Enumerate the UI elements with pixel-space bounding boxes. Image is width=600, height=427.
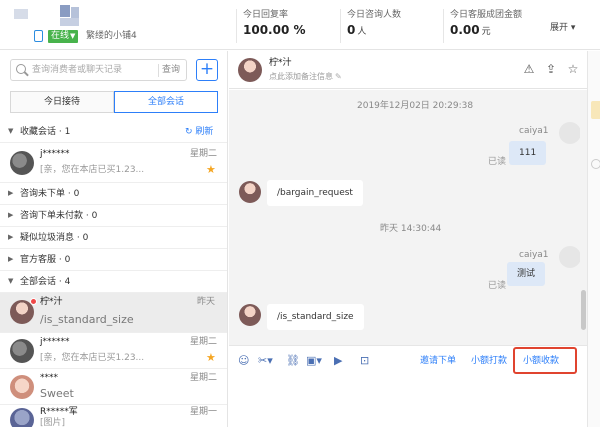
chat-header: 柠*汁 点此添加备注信息 ✎ ⚠ ⇪ ☆ [229, 51, 587, 89]
edit-icon: ✎ [335, 72, 342, 81]
video-icon[interactable]: ▶ [334, 354, 342, 368]
expand-button[interactable]: 展开 ▾ [550, 20, 575, 33]
share-icon[interactable]: ⇪ [544, 62, 558, 76]
list-item[interactable]: 柠*汁 昨天 /is_standard_size [0, 293, 227, 333]
side-icon[interactable] [591, 159, 600, 169]
chat-scrollbar[interactable] [580, 90, 587, 345]
message-input[interactable] [229, 375, 587, 427]
refresh-button[interactable]: ↻ 刷新 [185, 126, 213, 138]
tab-today[interactable]: 今日接待 [10, 91, 114, 113]
group-official[interactable]: ▶ 官方客服 · 0 [0, 249, 227, 271]
add-button[interactable]: + [196, 59, 218, 81]
list-item[interactable]: R*****军 星期一 [图片] [0, 405, 227, 427]
group-not-ordered[interactable]: ▶ 咨询未下单 · 0 [0, 183, 227, 205]
invite-order-button[interactable]: 邀请下单 [420, 355, 456, 367]
online-status-dropdown[interactable]: 在线▼ [48, 30, 79, 43]
star-icon[interactable]: ★ [206, 352, 216, 364]
star-outline-icon[interactable]: ☆ [566, 62, 580, 76]
link-icon[interactable]: ⛓ [286, 354, 300, 368]
timestamp: 2019年12月02日 20:29:38 [357, 101, 474, 111]
group-favorites[interactable]: ▼ 收藏会话 · 1 ↻ 刷新 [0, 121, 227, 143]
chevron-right-icon: ▶ [8, 189, 14, 197]
avatar [10, 339, 34, 363]
chevron-down-icon: ▼ [8, 277, 14, 285]
chevron-down-icon: ▼ [8, 127, 14, 135]
smile-icon[interactable]: ☺ [238, 354, 249, 368]
top-header: 在线▼ 繁缕的小铺4 今日回复率 100.00 % 今日咨询人数 0人 今日客服… [0, 0, 600, 50]
contact-avatar [238, 58, 262, 82]
message-sender: caiya1 [519, 250, 549, 260]
message-sender: caiya1 [519, 126, 549, 136]
list-item[interactable]: **** 星期二 Sweet [0, 369, 227, 405]
image-icon[interactable]: ▣▾ [306, 354, 322, 368]
group-all[interactable]: ▼ 全部会话 · 4 [0, 271, 227, 293]
read-status: 已读 [488, 157, 507, 167]
chevron-right-icon: ▶ [8, 255, 14, 263]
warning-icon[interactable]: ⚠ [522, 62, 536, 76]
list-item[interactable]: j****** 星期二 [亲，您在本店已买1.23... ★ [0, 333, 227, 369]
avatar [239, 304, 261, 326]
side-tab[interactable] [591, 101, 600, 119]
avatar [559, 246, 581, 268]
input-toolbar: ☺ ✂▾ ⛓ ▣▾ ▶ ⊡ 邀请下单 小额打款 小额收款 [229, 345, 587, 375]
app: 在线▼ 繁缕的小铺4 今日回复率 100.00 % 今日咨询人数 0人 今日客服… [0, 0, 600, 427]
session-tabs: 今日接待 全部会话 [10, 91, 218, 113]
chevron-right-icon: ▶ [8, 211, 14, 219]
right-side-strip [587, 51, 600, 427]
avatar [10, 151, 34, 175]
add-note-link[interactable]: 点此添加备注信息 ✎ [269, 71, 342, 82]
read-status: 已读 [488, 281, 507, 291]
tab-all-sessions[interactable]: 全部会话 [114, 91, 218, 113]
phone-icon [34, 30, 43, 42]
group-unpaid[interactable]: ▶ 咨询下单未付款 · 0 [0, 205, 227, 227]
timestamp: 昨天 14:30:44 [380, 224, 442, 234]
scissors-icon[interactable]: ✂▾ [258, 354, 273, 368]
unread-dot [30, 298, 37, 305]
message-bubble-out: 测试 [507, 262, 546, 286]
star-icon[interactable]: ★ [206, 164, 216, 176]
chevron-right-icon: ▶ [8, 233, 14, 241]
small-collect-button[interactable]: 小额收款 [523, 355, 559, 367]
avatar [559, 122, 581, 144]
search-input[interactable]: 查询消费者或聊天记录 查询 [10, 59, 187, 81]
contact-name: 柠*汁 [269, 58, 292, 68]
stat-reply-rate: 今日回复率 100.00 % [236, 9, 336, 43]
message-bubble-in: /bargain_request [267, 180, 363, 206]
chat-messages: 2019年12月02日 20:29:38 caiya1 已读 111 /barg… [229, 90, 587, 345]
search-button[interactable]: 查询 [162, 64, 180, 76]
avatar [10, 408, 34, 427]
shop-logo [14, 5, 79, 29]
search-icon [16, 64, 26, 74]
avatar [239, 181, 261, 203]
stat-group-amount: 今日客服成团金额 0.00 元 [443, 9, 543, 43]
message-bubble-in: /is_standard_size [267, 304, 364, 330]
coupon-icon[interactable]: ⊡ [360, 354, 369, 368]
avatar [10, 375, 34, 399]
message-bubble-out: 111 [509, 141, 547, 165]
list-item[interactable]: j****** 星期二 [亲，您在本店已买1.23... ★ [0, 143, 227, 183]
group-spam[interactable]: ▶ 疑似垃圾消息 · 0 [0, 227, 227, 249]
conversation-sidebar: 查询消费者或聊天记录 查询 + 今日接待 全部会话 ▼ 收藏会话 · 1 ↻ 刷… [0, 51, 228, 427]
stat-consult-count: 今日咨询人数 0人 [340, 9, 440, 43]
shop-name: 繁缕的小铺4 [86, 31, 137, 41]
small-payment-button[interactable]: 小额打款 [471, 355, 507, 367]
